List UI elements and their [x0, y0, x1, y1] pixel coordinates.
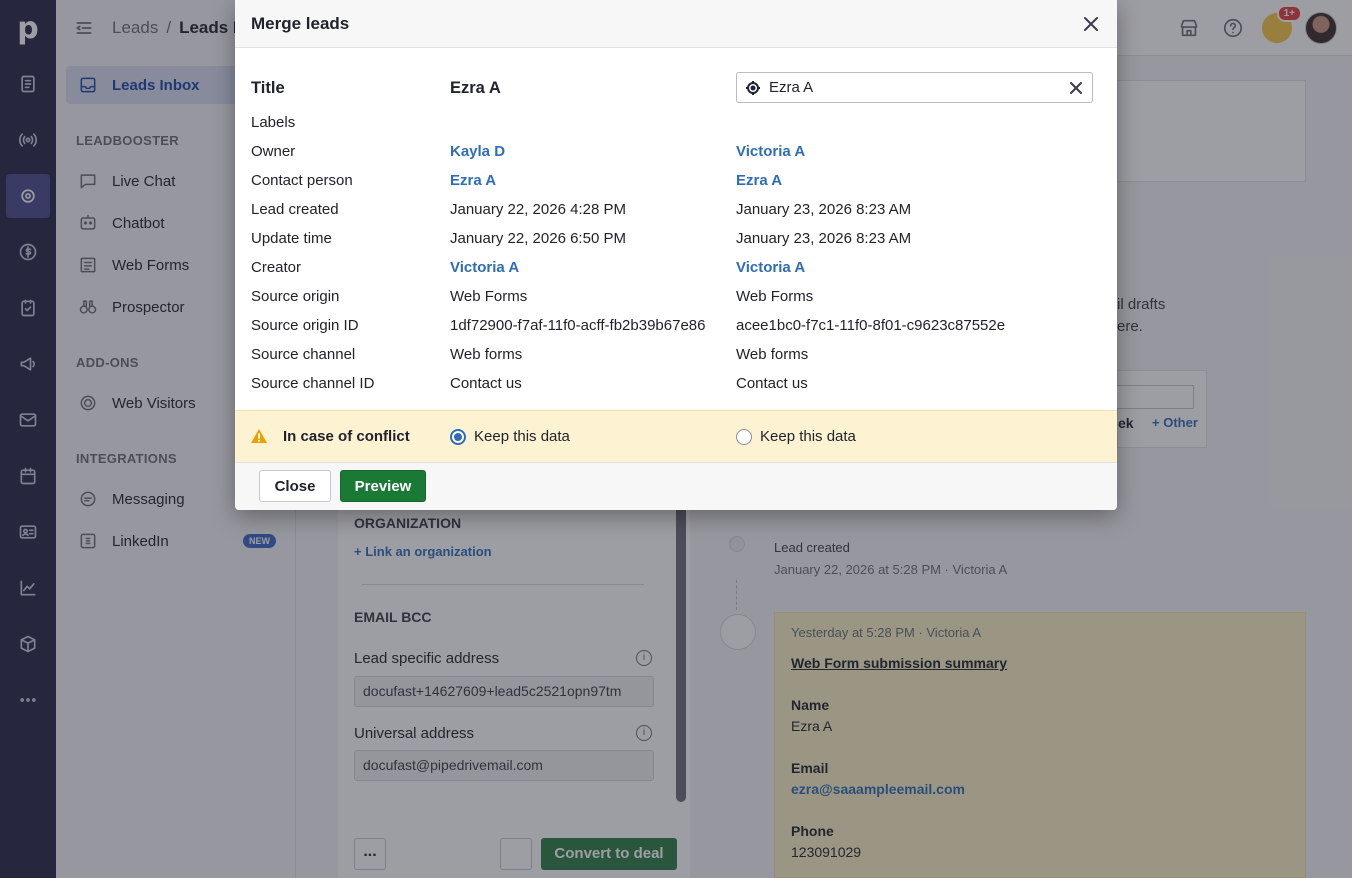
modal-title: Merge leads [251, 13, 350, 33]
left-value[interactable]: Kayla D [450, 137, 505, 166]
row-label: Owner [251, 143, 296, 160]
row-lead-created: Lead created January 22, 2026 4:28 PM Ja… [235, 195, 1117, 224]
left-value[interactable]: Ezra A [450, 166, 496, 195]
left-value: January 22, 2026 4:28 PM [450, 201, 626, 218]
row-contact-person: Contact person Ezra A Ezra A [235, 166, 1117, 195]
row-label: Title [251, 79, 285, 97]
row-label: Labels [251, 114, 296, 131]
row-update-time: Update time January 22, 2026 6:50 PM Jan… [235, 224, 1117, 253]
right-value: Contact us [736, 375, 808, 392]
row-label: Source channel ID [251, 375, 375, 392]
row-source-channel: Source channel Web forms Web forms [235, 340, 1117, 369]
right-value: January 23, 2026 8:23 AM [736, 230, 912, 247]
right-value: Web Forms [736, 288, 814, 305]
keep-right-label[interactable]: Keep this data [760, 411, 856, 463]
row-label: Source origin [251, 288, 340, 305]
close-icon[interactable] [1081, 14, 1101, 34]
right-value: acee1bc0-f7c1-11f0-8f01-c9623c87552e [736, 317, 1006, 334]
row-label: Update time [251, 230, 332, 247]
left-value: Web forms [450, 346, 523, 363]
row-label: Source origin ID [251, 317, 359, 334]
keep-left-label[interactable]: Keep this data [474, 411, 570, 463]
left-value: Contact us [450, 375, 522, 392]
keep-right-radio[interactable] [736, 429, 752, 445]
right-value: Web forms [736, 346, 809, 363]
row-label: Creator [251, 259, 302, 276]
row-source-channel-id: Source channel ID Contact us Contact us [235, 369, 1117, 398]
row-owner: Owner Kayla D Victoria A [235, 137, 1117, 166]
modal-footer: Close Preview [235, 463, 1117, 510]
close-button[interactable]: Close [259, 470, 331, 502]
row-creator: Creator Victoria A Victoria A [235, 253, 1117, 282]
warning-icon [251, 429, 267, 443]
conflict-label: In case of conflict [283, 428, 410, 445]
right-value[interactable]: Victoria A [736, 137, 805, 166]
modal-header: Merge leads [235, 0, 1117, 48]
keep-left-radio[interactable] [450, 429, 466, 445]
left-value: Web Forms [450, 288, 528, 305]
left-value: Ezra A [450, 79, 501, 97]
right-value[interactable]: Ezra A [736, 166, 782, 195]
preview-button[interactable]: Preview [340, 470, 426, 502]
row-source-origin-id: Source origin ID 1df72900-f7af-11f0-acff… [235, 311, 1117, 340]
row-label: Contact person [251, 172, 353, 189]
right-value[interactable]: Victoria A [736, 253, 805, 282]
merge-leads-modal: Merge leads Ezra A Title Ezra A Labels O… [235, 0, 1117, 510]
right-value: January 23, 2026 8:23 AM [736, 201, 912, 218]
row-source-origin: Source origin Web Forms Web Forms [235, 282, 1117, 311]
row-labels: Labels [235, 108, 1117, 137]
conflict-bar: In case of conflict Keep this data Keep … [235, 410, 1117, 463]
row-label: Source channel [251, 346, 356, 363]
row-title: Title Ezra A [235, 74, 1117, 103]
left-value: January 22, 2026 6:50 PM [450, 230, 626, 247]
left-value: 1df72900-f7af-11f0-acff-fb2b39b67e86 [450, 317, 706, 334]
left-value[interactable]: Victoria A [450, 253, 519, 282]
row-label: Lead created [251, 201, 339, 218]
